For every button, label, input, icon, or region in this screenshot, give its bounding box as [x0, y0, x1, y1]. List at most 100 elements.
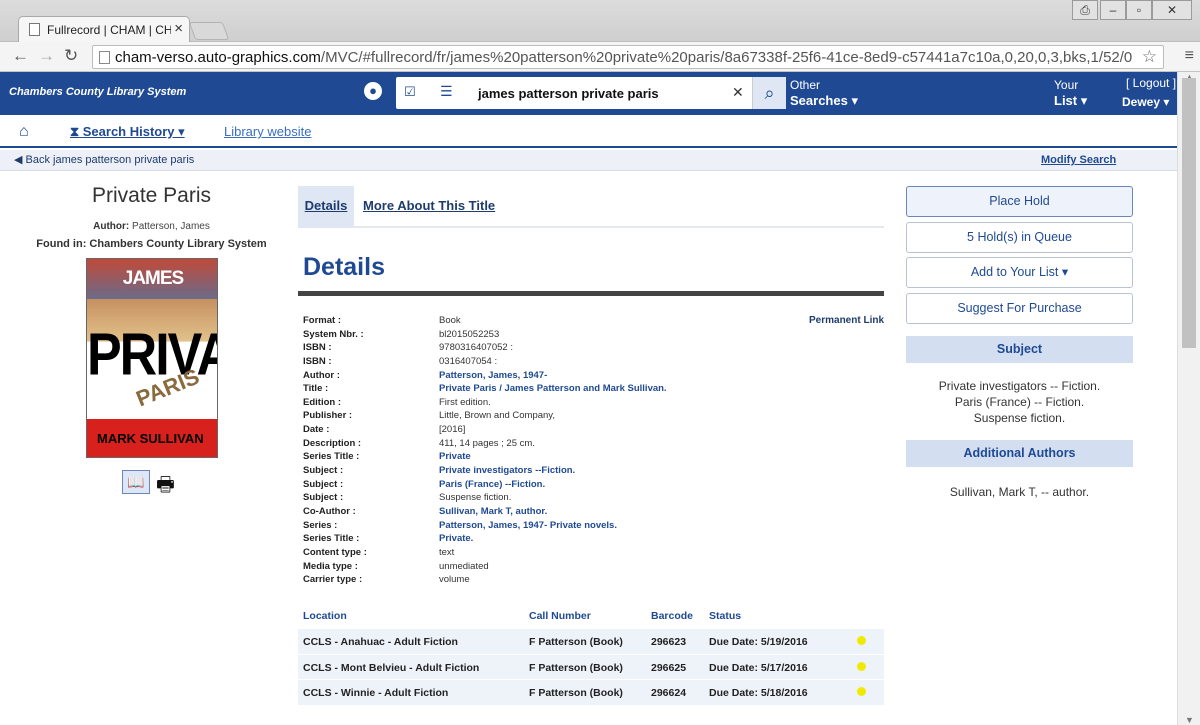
- search-input[interactable]: james patterson private paris: [478, 86, 659, 101]
- place-hold-button[interactable]: Place Hold: [906, 186, 1133, 217]
- home-icon[interactable]: ⌂: [19, 123, 29, 141]
- page-scrollbar[interactable]: ▲ ▼: [1177, 72, 1200, 725]
- header-barcode[interactable]: Barcode: [651, 610, 693, 622]
- holdings-table: Location Call Number Barcode Status CCLS…: [298, 603, 884, 706]
- availability-dot-icon: [857, 636, 866, 645]
- url-text: cham-verso.auto-graphics.com/MVC/#fullre…: [115, 49, 1133, 66]
- tab-close-icon[interactable]: ×: [174, 20, 183, 37]
- forward-arrow-icon[interactable]: →: [38, 46, 55, 66]
- holding-barcode: 296625: [651, 661, 687, 674]
- detail-link[interactable]: Private: [439, 451, 471, 462]
- permanent-link[interactable]: Permanent Link: [809, 315, 884, 326]
- scroll-thumb[interactable]: [1182, 78, 1196, 348]
- clear-search-icon[interactable]: ✕: [732, 84, 744, 101]
- minimize-button[interactable]: –: [1100, 0, 1126, 20]
- subject-heading: Subject: [906, 336, 1133, 363]
- holding-call-number: F Patterson (Book): [529, 687, 623, 699]
- scroll-down-icon[interactable]: ▼: [1185, 715, 1194, 725]
- detail-row: Series Title : Private: [303, 451, 803, 465]
- checkbox-icon[interactable]: ☑: [404, 84, 416, 100]
- detail-link[interactable]: Patterson, James, 1947-: [439, 370, 547, 381]
- secondary-nav: ⌂ ⧗ Search History ▾ Library website: [0, 115, 1177, 148]
- detail-label: Series :: [303, 519, 338, 531]
- modify-search-link[interactable]: Modify Search: [1041, 154, 1116, 166]
- user-menu[interactable]: Dewey ▾: [1122, 95, 1169, 109]
- reload-icon[interactable]: ↻: [64, 46, 78, 66]
- holding-status: Due Date: 5/19/2016: [709, 636, 808, 648]
- suggest-purchase-button[interactable]: Suggest For Purchase: [906, 293, 1133, 324]
- detail-link[interactable]: Private Paris / James Patterson and Mark…: [439, 383, 667, 394]
- detail-value: volume: [439, 574, 470, 586]
- subject-list: Private investigators -- Fiction. Paris (…: [906, 378, 1133, 426]
- detail-value: Suspense fiction.: [439, 492, 512, 504]
- tab-more-about-title[interactable]: More About This Title: [363, 186, 495, 228]
- search-bar: ☑ ☰ james patterson private paris ✕ ⌕: [396, 77, 786, 109]
- other-searches-menu[interactable]: Other Searches ▾: [790, 78, 858, 109]
- subject-item[interactable]: Paris (France) -- Fiction.: [906, 394, 1133, 410]
- header-call-number[interactable]: Call Number: [529, 610, 591, 622]
- browser-tab[interactable]: Fullrecord | CHAM | CHAM ×: [18, 16, 190, 42]
- detail-row: Title : Private Paris / James Patterson a…: [303, 383, 803, 397]
- detail-label: Edition :: [303, 396, 341, 408]
- subject-item[interactable]: Private investigators -- Fiction.: [906, 378, 1133, 394]
- library-website-link[interactable]: Library website: [224, 124, 311, 139]
- user-profile-icon[interactable]: ⎙: [1072, 0, 1098, 20]
- header-status[interactable]: Status: [709, 610, 741, 622]
- detail-link[interactable]: Paris (France) --Fiction.: [439, 479, 545, 490]
- site-name[interactable]: Chambers County Library System: [9, 86, 186, 98]
- print-icon[interactable]: 🖶: [156, 470, 175, 504]
- holding-barcode: 296624: [651, 687, 687, 699]
- address-bar[interactable]: cham-verso.auto-graphics.com/MVC/#fullre…: [92, 45, 1164, 69]
- detail-link[interactable]: Patterson, James, 1947- Private novels.: [439, 520, 617, 531]
- holding-barcode: 296623: [651, 636, 687, 648]
- holds-in-queue-button[interactable]: 5 Hold(s) in Queue: [906, 222, 1133, 253]
- detail-row: Subject : Paris (France) --Fiction.: [303, 479, 803, 493]
- detail-row: System Nbr. : bl2015052253: [303, 329, 803, 343]
- browser-menu-icon[interactable]: ≡: [1185, 47, 1194, 65]
- new-tab-button[interactable]: [188, 22, 230, 40]
- detail-label: Carrier type :: [303, 574, 363, 586]
- back-arrow-icon[interactable]: ←: [12, 46, 29, 66]
- header-location[interactable]: Location: [303, 610, 347, 622]
- detail-row: Publisher : Little, Brown and Company,: [303, 410, 803, 424]
- page-icon: [99, 51, 110, 64]
- detail-value: unmediated: [439, 560, 489, 572]
- additional-authors-list: Sullivan, Mark T, -- author.: [906, 484, 1133, 500]
- back-to-results-link[interactable]: ◀ Back james patterson private paris: [14, 153, 194, 166]
- details-fields: Format : Book System Nbr. : bl2015052253 ISB…: [303, 315, 803, 588]
- browser-tab-strip: Fullrecord | CHAM | CHAM × ⎙ – ▫ ✕: [0, 0, 1200, 42]
- additional-author-item[interactable]: Sullivan, Mark T, -- author.: [906, 484, 1133, 500]
- your-list-menu[interactable]: Your List ▾: [1054, 78, 1087, 109]
- search-history-menu[interactable]: ⧗ Search History ▾: [70, 124, 185, 140]
- detail-label: Subject :: [303, 478, 344, 490]
- detail-row: Author : Patterson, James, 1947-: [303, 370, 803, 384]
- availability-dot-icon: [857, 661, 866, 671]
- add-to-list-button[interactable]: Add to Your List ▾: [906, 257, 1133, 288]
- detail-label: Media type :: [303, 560, 358, 572]
- detail-value: [2016]: [439, 424, 466, 436]
- bookmark-star-icon[interactable]: ☆: [1142, 47, 1157, 67]
- detail-value: text: [439, 546, 455, 558]
- detail-row: ISBN : 9780316407052 :: [303, 342, 803, 356]
- tab-details[interactable]: Details: [298, 186, 354, 228]
- logout-link[interactable]: [ Logout ]: [1126, 76, 1176, 90]
- record-tabs: Details More About This Title: [298, 186, 884, 228]
- detail-link[interactable]: Sullivan, Mark T, author.: [439, 506, 547, 517]
- close-window-button[interactable]: ✕: [1152, 0, 1192, 20]
- holding-row: CCLS - Anahuac - Adult Fiction F Patterso…: [298, 629, 884, 655]
- subject-item[interactable]: Suspense fiction.: [906, 410, 1133, 426]
- restore-button[interactable]: ▫: [1126, 0, 1152, 20]
- search-button[interactable]: ⌕: [752, 77, 786, 109]
- back-circle-icon: ◀: [14, 154, 26, 166]
- detail-link[interactable]: Private investigators --Fiction.: [439, 465, 575, 476]
- detail-row: Series : Patterson, James, 1947- Private …: [303, 520, 803, 534]
- page-viewport: Chambers County Library System ● ☑ ☰ jam…: [0, 72, 1177, 725]
- detail-link[interactable]: Private.: [439, 533, 473, 544]
- back-bar: ◀ Back james patterson private paris Mod…: [0, 150, 1177, 171]
- holding-location: CCLS - Winnie - Adult Fiction: [303, 687, 449, 699]
- read-book-icon[interactable]: 📖: [122, 470, 150, 494]
- globe-icon[interactable]: ●: [364, 82, 382, 100]
- detail-row: Format : Book: [303, 315, 803, 329]
- database-icon[interactable]: ☰: [440, 83, 453, 100]
- detail-row: Subject : Suspense fiction.: [303, 492, 803, 506]
